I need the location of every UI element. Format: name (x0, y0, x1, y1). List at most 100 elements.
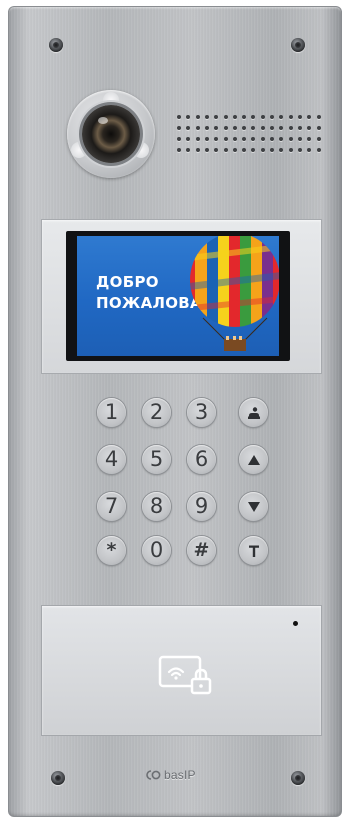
key-9[interactable]: 9 (187, 492, 216, 521)
key-label: 0 (149, 538, 164, 562)
speaker-hole (260, 148, 265, 152)
key-1[interactable]: 1 (97, 398, 126, 427)
speaker-hole (307, 148, 312, 152)
speaker-hole (288, 115, 293, 119)
display-screen: ДОБРО ПОЖАЛОВАТЬ (77, 236, 279, 356)
key-concierge[interactable] (239, 398, 268, 427)
key-label: 1 (104, 400, 119, 424)
screw-top-right (291, 38, 305, 52)
speaker-hole (307, 115, 312, 119)
key-label: 2 (149, 400, 164, 424)
speaker-hole (214, 148, 219, 152)
speaker-hole (260, 137, 265, 141)
key-6[interactable]: 6 (187, 445, 216, 474)
speaker-hole (195, 148, 200, 152)
speaker-hole (316, 126, 321, 130)
speaker-hole (297, 115, 302, 119)
speaker-hole (251, 137, 256, 141)
brand-logo: basIP (146, 768, 196, 782)
speaker-hole (186, 115, 191, 119)
speaker-hole (270, 148, 274, 152)
speaker-hole (223, 137, 228, 141)
key-5[interactable]: 5 (142, 445, 171, 474)
key-label: 4 (104, 447, 119, 471)
speaker-hole (186, 137, 191, 141)
speaker-hole (279, 148, 284, 152)
speaker-hole (223, 126, 228, 130)
speaker-hole (214, 137, 219, 141)
arrow-up-icon (247, 454, 260, 465)
speaker-hole (316, 115, 321, 119)
key-4[interactable]: 4 (97, 445, 126, 474)
speaker-hole (214, 126, 219, 130)
bas-ip-logo-icon (146, 770, 161, 780)
key-t[interactable] (239, 536, 268, 565)
key-label: 3 (194, 400, 209, 424)
rfid-card-lock-icon (158, 655, 212, 695)
speaker-hole (177, 137, 181, 141)
speaker-hole (223, 148, 228, 152)
concierge-icon (247, 406, 260, 419)
key-t-icon (248, 545, 259, 557)
speaker-hole (288, 126, 293, 130)
speaker-hole (195, 137, 200, 141)
speaker-hole (297, 126, 302, 130)
speaker-hole (270, 115, 274, 119)
speaker-hole (186, 126, 191, 130)
screw-top-left (49, 38, 63, 52)
speaker-hole (260, 126, 265, 130)
speaker-hole (297, 137, 302, 141)
speaker-hole (204, 115, 209, 119)
speaker-hole (316, 137, 321, 141)
screw-bottom-left (51, 771, 65, 785)
key-hash[interactable]: # (187, 536, 216, 565)
speaker-hole (214, 115, 219, 119)
screw-bottom-right (291, 771, 305, 785)
speaker-hole (297, 148, 302, 152)
key-up[interactable] (239, 445, 268, 474)
speaker-hole (242, 126, 247, 130)
key-2[interactable]: 2 (142, 398, 171, 427)
speaker-grille (177, 115, 327, 161)
speaker-hole (251, 148, 256, 152)
speaker-hole (307, 126, 312, 130)
speaker-hole (288, 148, 293, 152)
speaker-hole (242, 137, 247, 141)
speaker-hole (195, 126, 200, 130)
speaker-hole (251, 126, 256, 130)
speaker-hole (204, 148, 209, 152)
key-label: 8 (149, 494, 164, 518)
arrow-down-icon (247, 501, 260, 512)
speaker-hole (232, 115, 237, 119)
speaker-hole (232, 148, 237, 152)
key-label: 7 (104, 494, 119, 518)
speaker-hole (288, 137, 293, 141)
key-0[interactable]: 0 (142, 536, 171, 565)
speaker-hole (279, 115, 284, 119)
speaker-hole (279, 137, 284, 141)
key-7[interactable]: 7 (97, 492, 126, 521)
key-star[interactable]: * (97, 536, 126, 565)
speaker-hole (177, 126, 181, 130)
brand-name: basIP (164, 768, 196, 782)
speaker-hole (232, 126, 237, 130)
speaker-hole (270, 137, 274, 141)
key-label: # (193, 539, 210, 561)
key-8[interactable]: 8 (142, 492, 171, 521)
speaker-hole (251, 115, 256, 119)
hot-air-balloon-image (190, 236, 279, 351)
speaker-hole (316, 148, 321, 152)
speaker-hole (177, 148, 181, 152)
key-3[interactable]: 3 (187, 398, 216, 427)
key-label: 5 (149, 447, 164, 471)
key-label: * (106, 539, 117, 561)
speaker-hole (242, 148, 247, 152)
key-down[interactable] (239, 492, 268, 521)
key-label: 6 (194, 447, 209, 471)
speaker-hole (195, 115, 200, 119)
speaker-hole (242, 115, 247, 119)
speaker-hole (307, 137, 312, 141)
speaker-hole (279, 126, 284, 130)
speaker-hole (204, 126, 209, 130)
speaker-hole (177, 115, 181, 119)
